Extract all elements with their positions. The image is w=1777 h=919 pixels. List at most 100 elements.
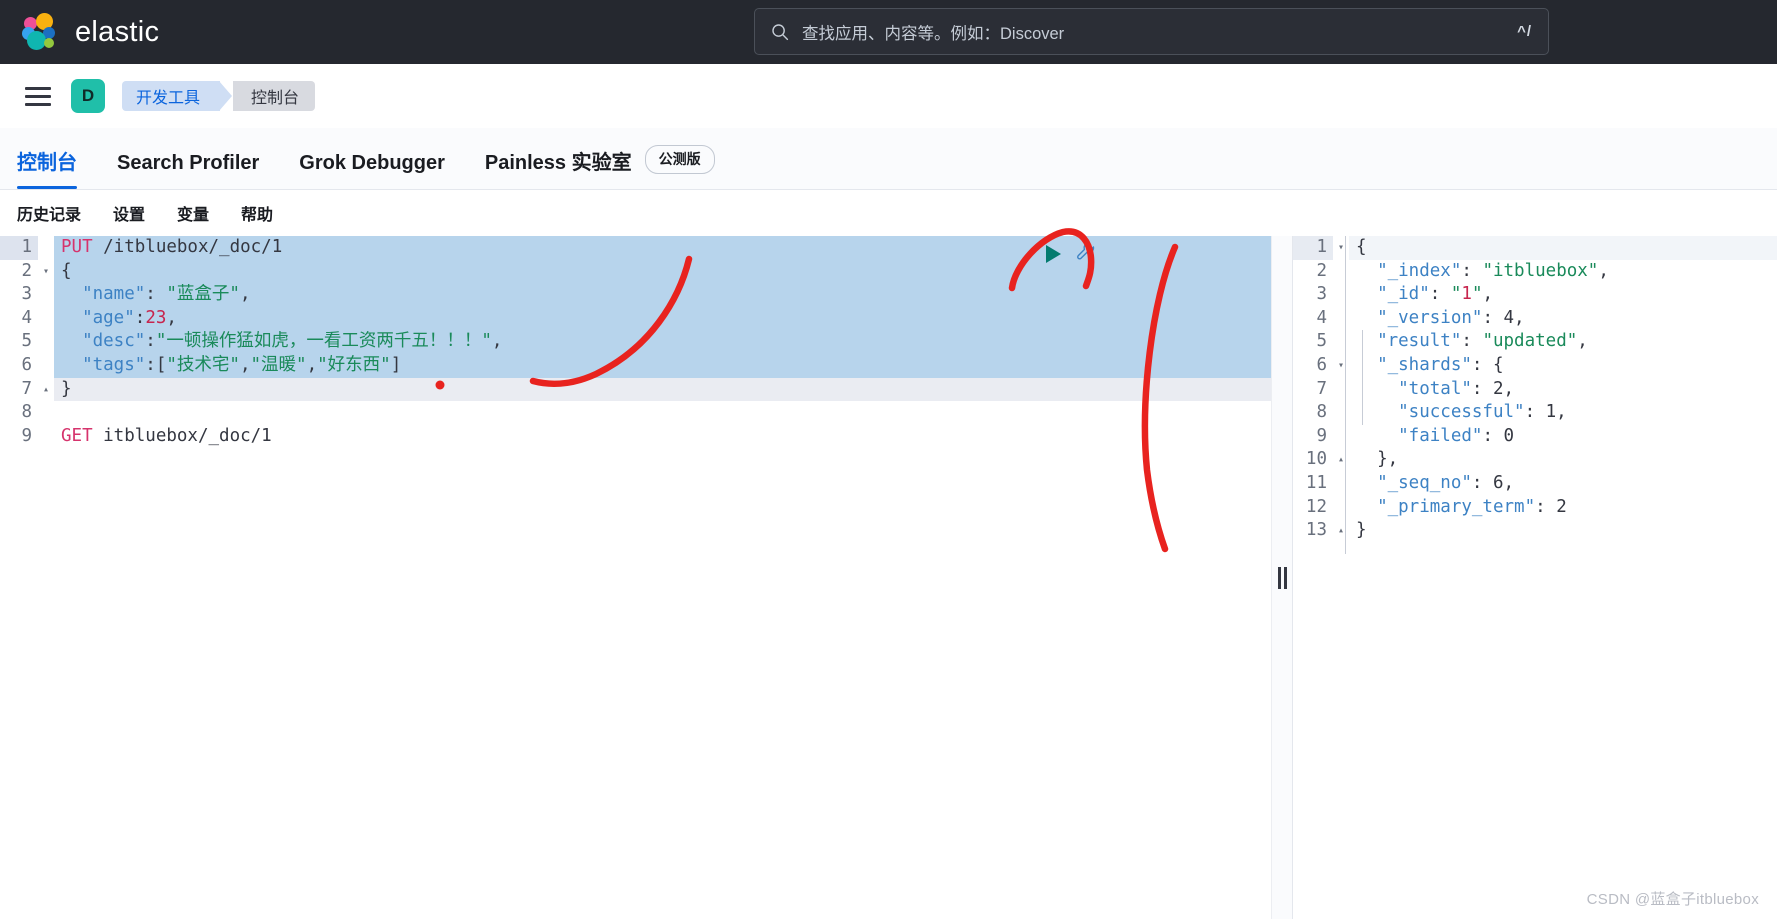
code-token: } — [61, 378, 72, 399]
code-token: : — [134, 307, 146, 328]
brand-name: elastic — [75, 15, 160, 48]
tab-painless-lab[interactable]: Painless 实验室 公测版 — [485, 145, 715, 189]
code-token: "_primary_term" — [1356, 496, 1536, 517]
line-number: 7 — [0, 377, 38, 402]
fold-spacer — [38, 353, 54, 378]
code-line-content: "failed": 0 — [1349, 425, 1777, 449]
code-line[interactable]: 6 ▾ "_shards": { — [1293, 353, 1777, 378]
code-token: "温暖" — [250, 354, 307, 375]
global-header: elastic 查找应用、内容等。例如：Discover ^/ — [0, 0, 1777, 64]
code-token: , — [239, 284, 251, 305]
code-token: itbluebox/_doc/1 — [92, 425, 272, 446]
code-line[interactable]: 4 "_version": 4, — [1293, 306, 1777, 331]
code-line-content: "tags":["技术宅","温暖","好东西"] — [54, 353, 1293, 378]
wrench-icon[interactable] — [1075, 240, 1097, 267]
watermark: CSDN @蓝盒子itbluebox — [1586, 891, 1759, 908]
code-line-content: "total": 2, — [1349, 378, 1777, 402]
code-token: "updated" — [1482, 331, 1578, 352]
code-token: 23 — [145, 307, 167, 328]
fold-toggle-icon[interactable]: ▴ — [38, 378, 54, 402]
code-line[interactable]: 2 ▾ { — [0, 259, 1293, 284]
code-line[interactable]: 2 "_index": "itbluebox", — [1293, 259, 1777, 284]
brand[interactable]: elastic — [22, 13, 159, 51]
code-token: { — [61, 260, 72, 281]
line-number: 1 — [1293, 236, 1333, 260]
code-line[interactable]: 1 PUT /itbluebox/_doc/1 — [0, 236, 1293, 260]
code-token: , — [166, 307, 177, 328]
search-icon — [771, 23, 789, 41]
code-line-content: }, — [1349, 448, 1777, 472]
line-number: 7 — [1293, 377, 1333, 402]
code-token: "tags" — [61, 354, 146, 375]
code-token: "age" — [61, 307, 135, 328]
line-number: 2 — [0, 259, 38, 284]
line-number: 5 — [1293, 330, 1333, 354]
fold-toggle-icon[interactable]: ▴ — [1333, 448, 1349, 472]
code-line-content: "successful": 1, — [1349, 401, 1777, 425]
request-editor[interactable]: 1 PUT /itbluebox/_doc/1 2 ▾ {3 "name": "蓝盒子"… — [0, 236, 1293, 919]
code-line[interactable]: 8 — [0, 401, 1293, 425]
code-line[interactable]: 5 "desc":"一顿操作猛如虎，一看工资两千五！！！", — [0, 330, 1293, 354]
code-line[interactable]: 1 ▾ { — [1293, 236, 1777, 260]
tab-console[interactable]: 控制台 — [17, 146, 77, 189]
pane-resize-handle[interactable] — [1271, 236, 1293, 919]
fold-toggle-icon[interactable]: ▾ — [1333, 236, 1349, 260]
code-line-content: "_shards": { — [1349, 354, 1777, 378]
line-number: 13 — [1293, 519, 1333, 543]
code-token: : 2 — [1535, 496, 1567, 517]
tab-console-label: 控制台 — [17, 152, 77, 174]
code-token: { — [1356, 237, 1367, 257]
code-line[interactable]: 9 "failed": 0 — [1293, 424, 1777, 449]
code-line[interactable]: 7 ▴} — [0, 377, 1293, 402]
subnav-item-help[interactable]: 帮助 — [241, 201, 273, 225]
code-line[interactable]: 9 GET itbluebox/_doc/1 — [0, 424, 1293, 449]
play-triangle-icon[interactable] — [1046, 244, 1061, 263]
search-input[interactable]: 查找应用、内容等。例如：Discover — [802, 20, 1517, 44]
breadcrumb-item-dev-tools[interactable]: 开发工具 — [122, 81, 233, 111]
hamburger-menu-icon[interactable] — [25, 86, 51, 106]
fold-spacer — [38, 306, 54, 331]
code-line[interactable]: 4 "age":23, — [0, 306, 1293, 331]
code-line[interactable]: 7 "total": 2, — [1293, 377, 1777, 402]
breadcrumb: 开发工具 控制台 — [122, 81, 316, 111]
beta-badge: 公测版 — [644, 145, 715, 174]
code-line[interactable]: 8 "successful": 1, — [1293, 401, 1777, 425]
breadcrumb-item-console: 控制台 — [233, 81, 316, 111]
line-number: 1 — [0, 236, 38, 260]
code-token: "total" — [1356, 378, 1472, 399]
tab-grok-debugger[interactable]: Grok Debugger — [299, 152, 445, 189]
fold-toggle-icon[interactable]: ▾ — [38, 259, 54, 284]
breadcrumb-bar: D 开发工具 控制台 — [0, 64, 1777, 128]
code-line[interactable]: 5 "result": "updated", — [1293, 330, 1777, 354]
subnav-item-history[interactable]: 历史记录 — [17, 201, 81, 225]
code-token: : 6, — [1471, 472, 1515, 493]
subnav-item-variables[interactable]: 变量 — [177, 201, 209, 225]
space-avatar[interactable]: D — [71, 79, 105, 113]
editor-actions — [1046, 240, 1097, 267]
code-line[interactable]: 3 "_id": "1", — [1293, 283, 1777, 307]
tab-search-profiler[interactable]: Search Profiler — [117, 152, 259, 189]
code-line-content: "_id": "1", — [1349, 283, 1777, 307]
code-line[interactable]: 6 "tags":["技术宅","温暖","好东西"] — [0, 353, 1293, 378]
console-panes: 1 PUT /itbluebox/_doc/1 2 ▾{3 "name": "蓝盒子"… — [0, 236, 1777, 919]
code-line[interactable]: 10 ▴ }, — [1293, 448, 1777, 472]
code-line[interactable]: 13 ▴} — [1293, 519, 1777, 543]
code-line-content: { — [1349, 236, 1777, 260]
code-token: "_shards" — [1356, 354, 1472, 375]
code-line-content: } — [1349, 519, 1777, 543]
line-number: 4 — [0, 306, 38, 331]
code-line[interactable]: 12 "_primary_term": 2 — [1293, 495, 1777, 520]
fold-toggle-icon[interactable]: ▴ — [1333, 519, 1349, 543]
response-viewer[interactable]: 1 ▾{2 "_index": "itbluebox", 3 "_id": "1",… — [1293, 236, 1777, 919]
code-token: "name" — [61, 284, 146, 305]
subnav-item-settings[interactable]: 设置 — [113, 201, 145, 225]
code-line[interactable]: 11 "_seq_no": 6, — [1293, 471, 1777, 496]
fold-toggle-icon[interactable]: ▾ — [1333, 354, 1349, 378]
line-number: 8 — [0, 401, 38, 425]
global-search-bar[interactable]: 查找应用、内容等。例如：Discover ^/ — [754, 8, 1549, 55]
code-line[interactable]: 3 "name": "蓝盒子", — [0, 283, 1293, 307]
code-token: "failed" — [1356, 425, 1483, 446]
code-token: : { — [1471, 354, 1504, 375]
